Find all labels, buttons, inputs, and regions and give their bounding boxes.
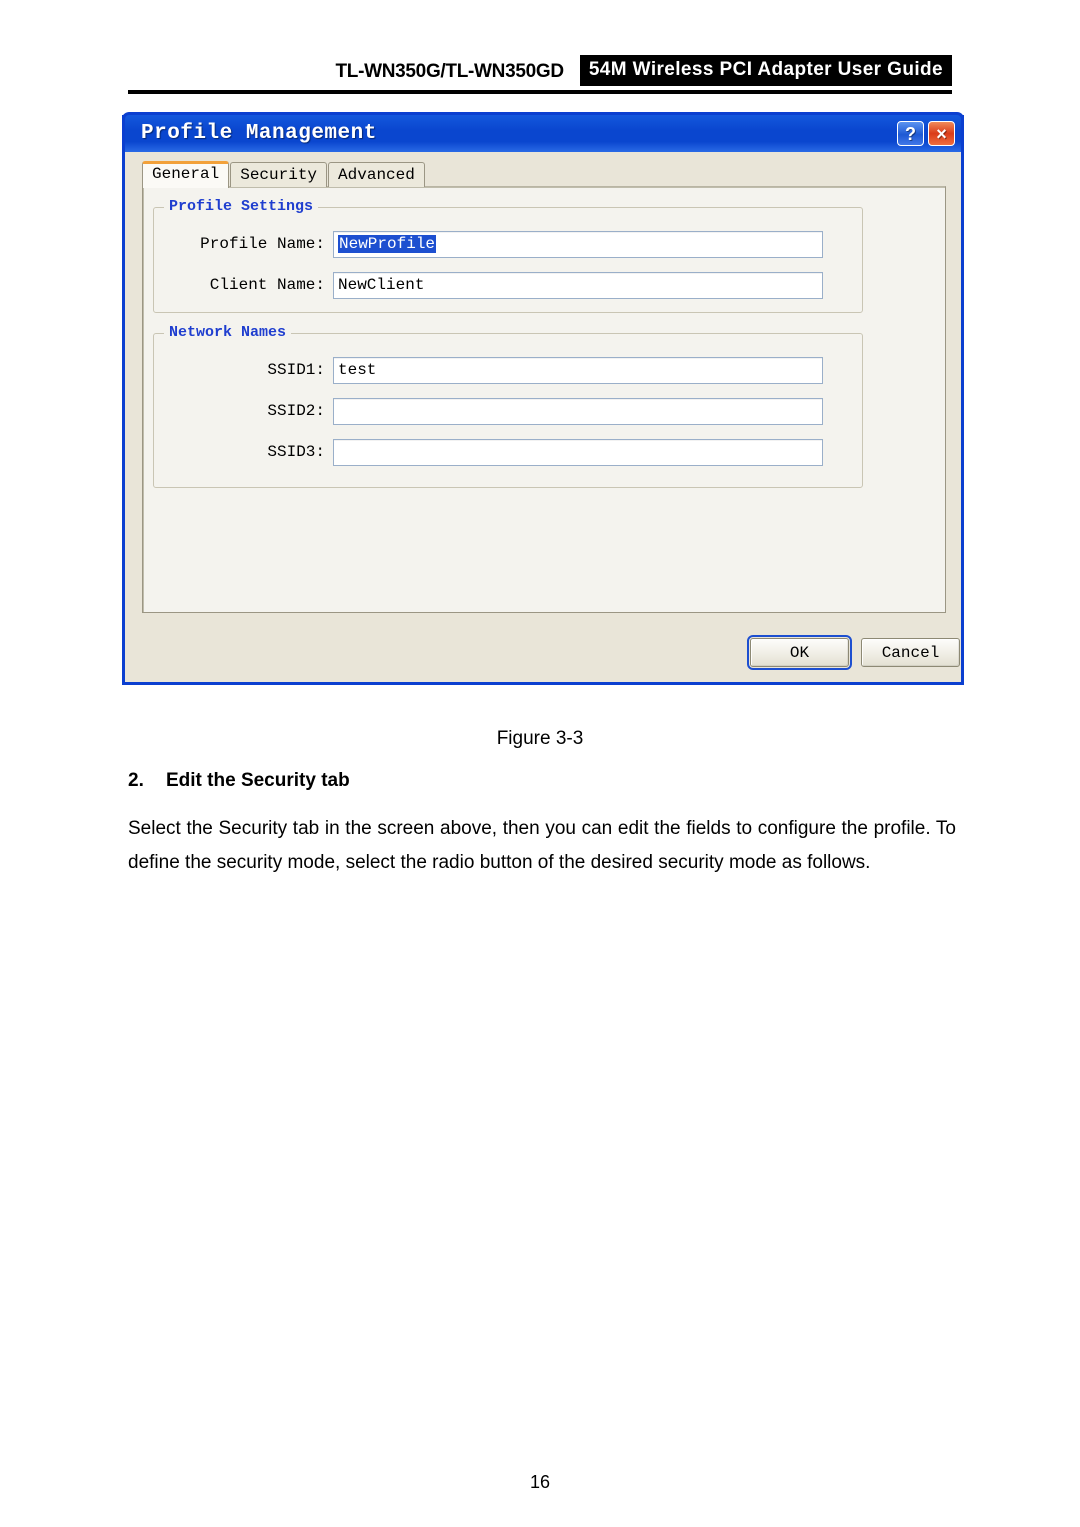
ssid1-value: test (338, 361, 377, 379)
tab-security[interactable]: Security (230, 162, 328, 187)
profile-management-dialog: Profile Management ? × General Security … (122, 112, 964, 685)
profile-name-label: Profile Name: (200, 235, 325, 253)
ssid1-input[interactable]: test (333, 356, 823, 384)
profile-settings-legend: Profile Settings (164, 198, 319, 215)
ok-button[interactable]: OK (747, 635, 852, 670)
client-name-value: NewClient (338, 276, 425, 294)
client-name-input[interactable]: NewClient (333, 271, 823, 299)
profile-name-input[interactable]: NewProfile (333, 230, 823, 258)
tabstrip: General Security Advanced (142, 161, 426, 188)
ssid3-row: SSID3: (173, 438, 823, 466)
close-icon[interactable]: × (928, 121, 955, 146)
help-icon[interactable]: ? (897, 121, 924, 146)
tab-general[interactable]: General (142, 161, 230, 188)
ssid3-label: SSID3: (267, 443, 325, 461)
figure-caption: Figure 3-3 (496, 728, 584, 749)
profile-name-value: NewProfile (338, 235, 437, 253)
network-names-legend: Network Names (164, 324, 292, 341)
cancel-button[interactable]: Cancel (861, 638, 960, 667)
ssid2-label: SSID2: (267, 402, 325, 420)
ssid1-row: SSID1: test (173, 356, 823, 384)
profile-name-row: Profile Name: NewProfile (173, 230, 823, 258)
ssid2-row: SSID2: (173, 397, 823, 425)
client-name-label: Client Name: (209, 276, 325, 294)
page-header: TL-WN350G/TL-WN350GD 54M Wireless PCI Ad… (128, 54, 952, 94)
body-paragraph: Select the Security tab in the screen ab… (128, 818, 956, 873)
header-model-text: TL-WN350G/TL-WN350GD (335, 61, 564, 82)
step-number: 2. (128, 770, 144, 791)
header-rule (128, 90, 952, 94)
ssid2-input[interactable] (333, 397, 823, 425)
step-heading: 2. Edit the Security tab (128, 770, 350, 792)
dialog-titlebar[interactable]: Profile Management ? × (122, 112, 964, 152)
tab-advanced[interactable]: Advanced (328, 162, 425, 187)
step-title: Edit the Security tab (166, 770, 350, 791)
ssid3-input[interactable] (333, 438, 823, 466)
header-guide-badge: 54M Wireless PCI Adapter User Guide (579, 55, 952, 86)
client-name-row: Client Name: NewClient (173, 271, 823, 299)
dialog-title: Profile Management (141, 122, 377, 145)
page-number: 16 (529, 1472, 551, 1492)
ssid1-label: SSID1: (267, 361, 325, 379)
